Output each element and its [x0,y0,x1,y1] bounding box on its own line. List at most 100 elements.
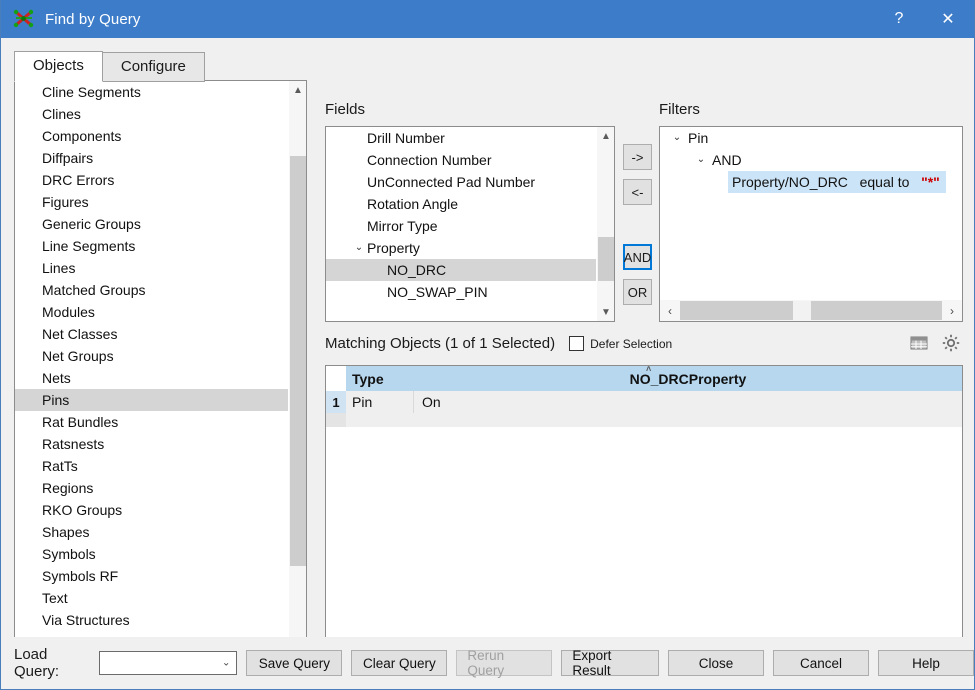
filter-condition-row[interactable]: Property/NO_DRC equal to "*" [660,171,962,193]
matching-objects-table: Type ˄ NO_DRCProperty 1 Pin On [325,365,963,668]
fields-panel: Drill Number Connection Number UnConnected… [325,126,615,322]
objects-list-item[interactable]: DRC Errors [15,169,288,191]
chevron-down-icon[interactable]: ⌄ [222,658,230,669]
objects-list-item[interactable]: Lines [15,257,288,279]
filler-row-number [326,413,346,427]
objects-list-item[interactable]: Pins [15,389,288,411]
fields-list-item[interactable]: NO_DRC [326,259,597,281]
fields-list-item[interactable]: Connection Number [326,149,597,171]
chevron-down-icon[interactable]: ⌄ [352,237,366,259]
filters-tree[interactable]: ⌄ Pin ⌄ AND Property/NO_DRC equal to "*" [660,127,962,299]
objects-list-item[interactable]: Modules [15,301,288,323]
scroll-left-icon[interactable]: ‹ [660,300,680,322]
filter-node-and[interactable]: ⌄ AND [660,149,962,171]
objects-list-item[interactable]: Line Segments [15,235,288,257]
filter-condition-selected[interactable]: Property/NO_DRC equal to "*" [728,171,946,193]
objects-list-scrollbar[interactable]: ▲ ▼ [288,81,306,671]
fields-list-item[interactable]: Rotation Angle [326,193,597,215]
objects-list-item[interactable]: Rat Bundles [15,411,288,433]
fields-list-item-label: Property [367,240,420,256]
load-query-combobox[interactable]: ⌄ [99,651,238,675]
help-button[interactable]: ? [876,0,922,38]
filter-node-label: Pin [688,130,709,146]
and-operator-button[interactable]: AND [623,244,652,270]
remove-from-filter-button[interactable]: <- [623,179,652,205]
chevron-down-icon[interactable]: ⌄ [694,149,708,171]
matching-objects-title: Matching Objects (1 of 1 Selected) [325,335,556,352]
column-header-type[interactable]: Type [346,366,414,391]
window-title: Find by Query [45,10,141,28]
find-by-query-dialog: Find by Query ? ✕ Objects Configure Clin… [0,0,975,690]
close-dialog-button[interactable]: Close [668,650,764,676]
fields-label: Fields [325,101,366,118]
tab-objects[interactable]: Objects [14,51,103,82]
save-query-button[interactable]: Save Query [246,650,343,676]
fields-scrollbar-thumb[interactable] [598,237,614,281]
objects-list-item[interactable]: Clines [15,103,288,125]
fields-list[interactable]: Drill Number Connection Number UnConnected… [326,127,597,321]
chevron-down-icon[interactable]: ⌄ [670,127,684,149]
scrollbar-thumb[interactable] [793,301,811,320]
fields-scroll-down-icon[interactable]: ▼ [597,303,615,321]
filter-condition-value: "*" [921,174,940,190]
help-dialog-button[interactable]: Help [878,650,974,676]
objects-list-item[interactable]: Ratsnests [15,433,288,455]
objects-list-item[interactable]: RatTs [15,455,288,477]
fields-list-item[interactable]: NO_SWAP_PIN [326,281,597,303]
objects-list-item[interactable]: Symbols [15,543,288,565]
clear-query-button[interactable]: Clear Query [351,650,448,676]
objects-list-item[interactable]: Text [15,587,288,609]
export-result-button[interactable]: Export Result [561,648,659,678]
scroll-right-icon[interactable]: › [942,300,962,322]
close-button[interactable]: ✕ [922,0,974,38]
tab-configure[interactable]: Configure [101,52,205,82]
find-by-query-icon [13,8,35,30]
table-grid-icon[interactable] [909,333,929,353]
sort-indicator-icon: ˄ [646,364,652,374]
objects-list-item[interactable]: Symbols RF [15,565,288,587]
filter-condition-operator: equal to [859,174,910,190]
fields-list-item[interactable]: UnConnected Pad Number [326,171,597,193]
objects-list-panel: Cline Segments Clines Components Diffpairs D… [14,80,307,672]
column-header-property[interactable]: ˄ NO_DRCProperty [414,364,962,391]
fields-scroll-up-icon[interactable]: ▲ [597,127,615,145]
objects-list-item[interactable]: Cline Segments [15,81,288,103]
fields-list-item[interactable]: Mirror Type [326,215,597,237]
add-to-filter-button[interactable]: -> [623,144,652,170]
filters-horizontal-scrollbar[interactable]: ‹ › [660,299,962,321]
gear-icon[interactable] [941,333,961,353]
fields-list-item-label: Drill Number [367,130,445,146]
cancel-button[interactable]: Cancel [773,650,869,676]
defer-selection-control[interactable]: Defer Selection [569,336,672,351]
title-bar-buttons: ? ✕ [876,0,974,38]
objects-list-item[interactable]: Net Groups [15,345,288,367]
table-row[interactable]: 1 Pin On [326,391,962,413]
or-operator-button[interactable]: OR [623,279,652,305]
objects-list-item[interactable]: Net Classes [15,323,288,345]
tab-bar: Objects Configure [14,51,205,82]
objects-list-item[interactable]: RKO Groups [15,499,288,521]
scrollbar-thumb[interactable] [290,156,306,566]
results-toolbar [909,333,961,353]
fields-scrollbar[interactable]: ▲ ▼ [596,127,614,321]
scroll-up-icon[interactable]: ▲ [289,81,307,99]
objects-list-item[interactable]: Figures [15,191,288,213]
dialog-body: Objects Configure Cline Segments Clines Co… [1,38,974,689]
defer-selection-checkbox[interactable] [569,336,585,351]
objects-list-item[interactable]: Diffpairs [15,147,288,169]
objects-list[interactable]: Cline Segments Clines Components Diffpairs D… [15,81,288,671]
objects-list-item[interactable]: Shapes [15,521,288,543]
filter-condition-field: Property/NO_DRC [732,174,848,190]
row-number: 1 [326,391,346,413]
objects-list-item[interactable]: Components [15,125,288,147]
objects-list-item[interactable]: Nets [15,367,288,389]
objects-list-item[interactable]: Matched Groups [15,279,288,301]
fields-list-item[interactable]: Drill Number [326,127,597,149]
objects-list-item[interactable]: Via Structures [15,609,288,631]
objects-list-item[interactable]: Generic Groups [15,213,288,235]
fields-list-item-label: Connection Number [367,152,492,168]
filter-node-pin[interactable]: ⌄ Pin [660,127,962,149]
scrollbar-track[interactable] [680,301,942,320]
objects-list-item[interactable]: Regions [15,477,288,499]
fields-list-item[interactable]: ⌄ Property [326,237,597,259]
